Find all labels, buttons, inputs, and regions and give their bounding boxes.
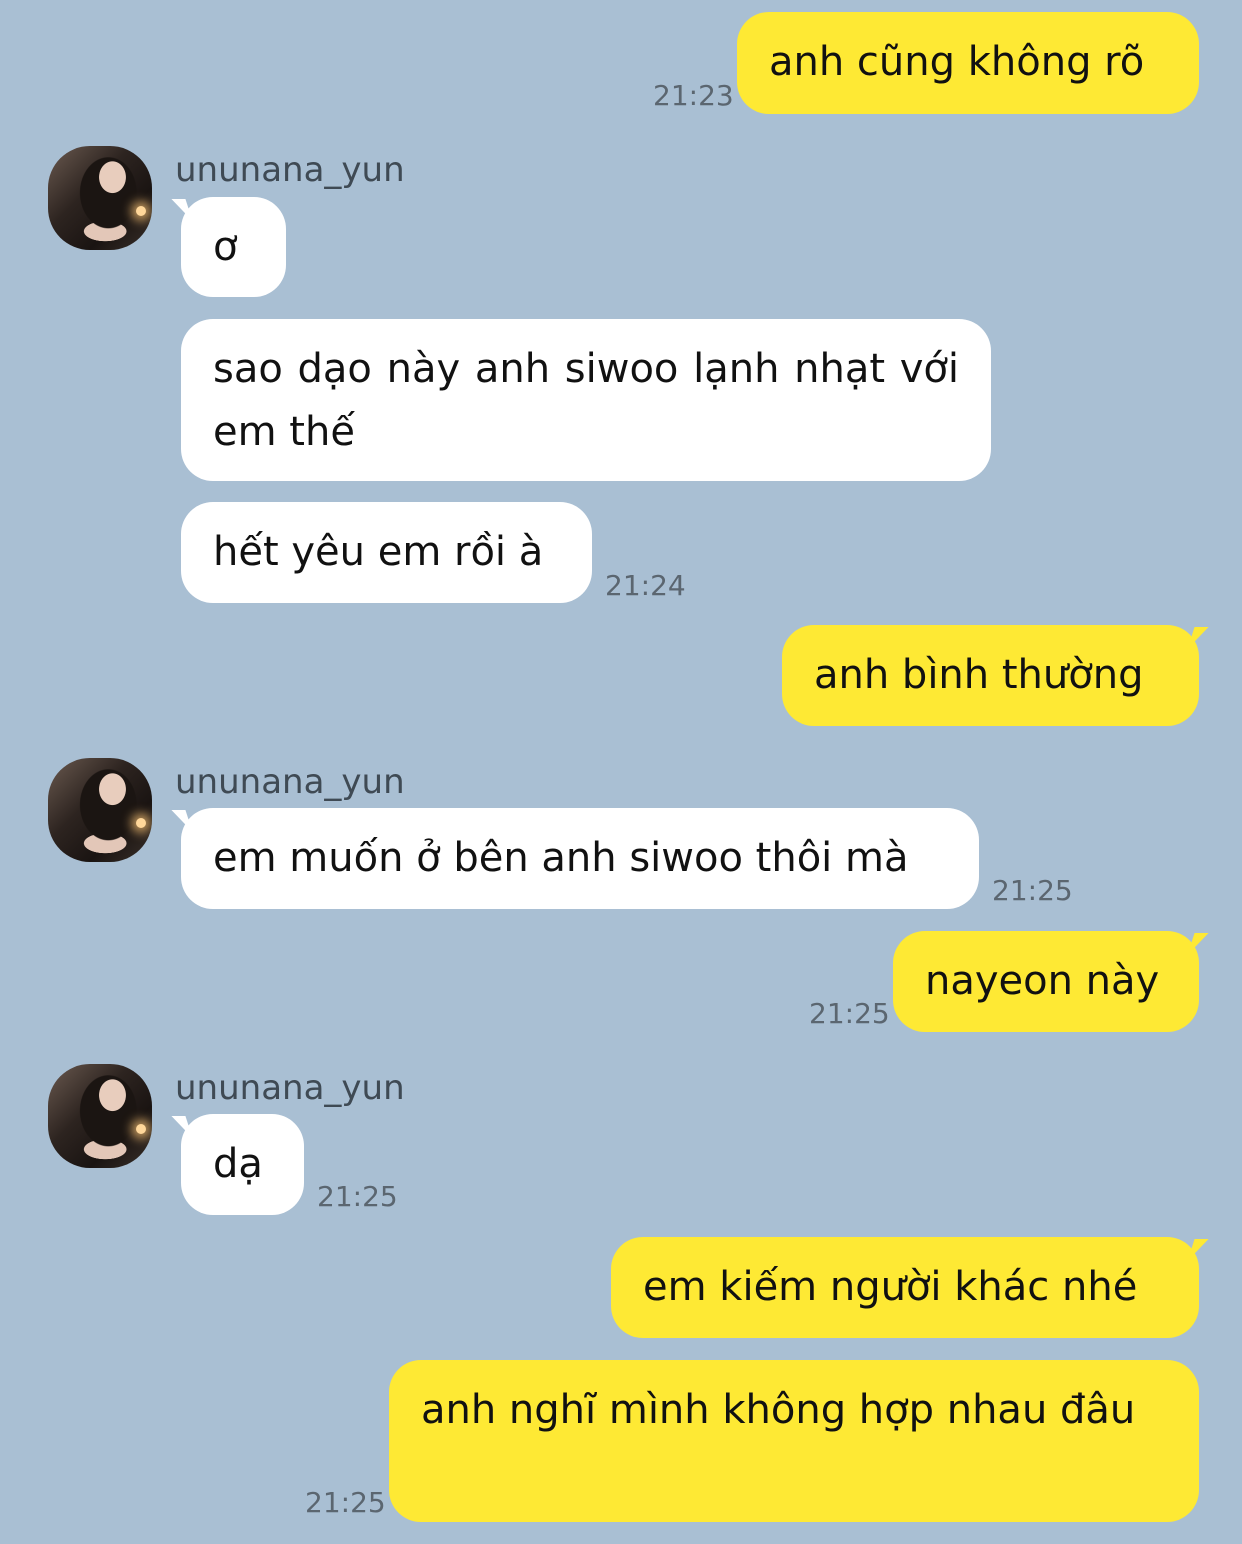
message-timestamp: 21:24	[605, 569, 686, 602]
chat-window: anh cũng không rõ 21:23 ununana_yun ơ sa…	[0, 0, 1242, 1544]
message-bubble-sent[interactable]: anh nghĩ mình không hợp nhau đâu	[389, 1360, 1199, 1522]
avatar-photo-icon	[136, 818, 146, 828]
sender-name: ununana_yun	[175, 150, 405, 190]
sender-name: ununana_yun	[175, 762, 405, 802]
message-bubble-received[interactable]: dạ	[181, 1114, 304, 1215]
message-bubble-received[interactable]: hết yêu em rồi à	[181, 502, 592, 603]
contact-avatar[interactable]	[48, 758, 152, 862]
avatar-photo-icon	[136, 1124, 146, 1134]
message-bubble-sent[interactable]: anh cũng không rõ	[737, 12, 1199, 114]
message-bubble-sent[interactable]: em kiếm người khác nhé	[611, 1237, 1199, 1338]
contact-avatar[interactable]	[48, 146, 152, 250]
message-timestamp: 21:23	[653, 79, 734, 112]
avatar-photo-icon	[136, 206, 146, 216]
message-timestamp: 21:25	[809, 997, 890, 1030]
message-bubble-sent[interactable]: anh bình thường	[782, 625, 1199, 726]
message-bubble-received[interactable]: em muốn ở bên anh siwoo thôi mà	[181, 808, 979, 909]
message-bubble-received[interactable]: sao dạo này anh siwoo lạnh nhạt với em t…	[181, 319, 991, 481]
message-bubble-sent[interactable]: nayeon này	[893, 931, 1199, 1032]
message-timestamp: 21:25	[992, 874, 1073, 907]
message-bubble-received[interactable]: ơ	[181, 197, 286, 297]
message-timestamp: 21:25	[317, 1180, 398, 1213]
contact-avatar[interactable]	[48, 1064, 152, 1168]
sender-name: ununana_yun	[175, 1068, 405, 1108]
message-timestamp: 21:25	[305, 1486, 386, 1519]
